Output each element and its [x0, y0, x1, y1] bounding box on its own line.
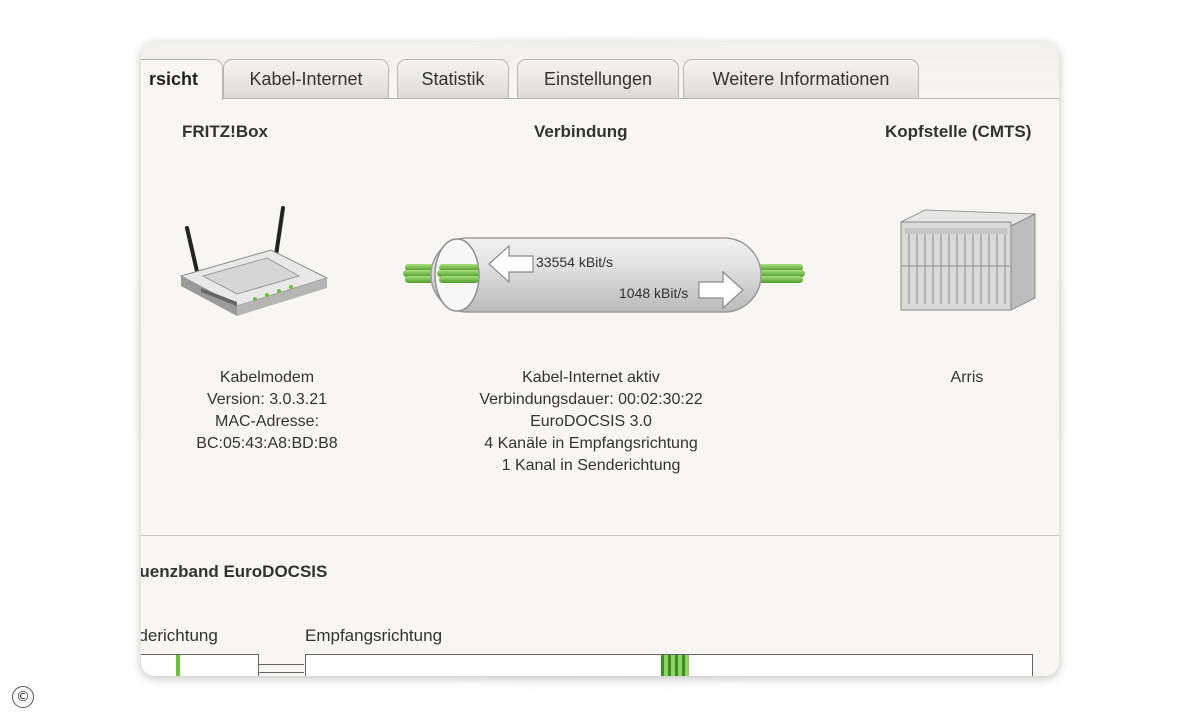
connection-heading: Verbindung	[534, 122, 628, 141]
tab-einstellungen[interactable]: Einstellungen	[517, 59, 679, 98]
downstream-rate: 33554 kBit/s	[536, 254, 614, 270]
receive-channel-markers	[661, 655, 689, 676]
connection-info: Kabel-Internet aktiv Verbindungsdauer: 0…	[431, 367, 751, 477]
fritzbox-window: rsicht Kabel-Internet Statistik Einstell…	[141, 42, 1059, 676]
fritzbox-heading: FRITZ!Box	[182, 122, 268, 141]
send-direction-label: nderichtung	[141, 626, 218, 645]
frequency-band-title: quenzband EuroDOCSIS	[141, 562, 328, 581]
band-gap-line-top	[258, 664, 304, 665]
tab-weitere-informationen[interactable]: Weitere Informationen	[683, 59, 919, 98]
receive-direction-label: Empfangsrichtung	[305, 626, 443, 645]
send-channel-marker	[176, 655, 180, 676]
band-gap-line-bottom	[258, 672, 304, 673]
firmware-version: Version: 3.0.3.21	[206, 391, 328, 408]
tab-uebersicht[interactable]: rsicht	[141, 59, 223, 100]
send-band-bar	[141, 654, 259, 676]
tab-statistik[interactable]: Statistik	[397, 59, 509, 98]
tab-bar: rsicht Kabel-Internet Statistik Einstell…	[141, 42, 1059, 100]
docsis-standard: EuroDOCSIS 3.0	[530, 413, 652, 430]
connection-duration: Verbindungsdauer: 00:02:30:22	[479, 391, 703, 408]
cmts-rack-icon	[900, 209, 1036, 311]
send-channels: 1 Kanal in Senderichtung	[501, 457, 681, 474]
connection-cable-graphic	[403, 237, 805, 313]
tab-kabel-internet[interactable]: Kabel-Internet	[223, 59, 389, 98]
modem-type: Kabelmodem	[219, 369, 315, 386]
upstream-rate: 1048 kBit/s	[619, 285, 689, 301]
receive-channels: 4 Kanäle in Empfangsrichtung	[484, 435, 698, 452]
router-icon	[179, 206, 329, 316]
cmts-vendor: Arris	[950, 369, 984, 386]
connection-status: Kabel-Internet aktiv	[522, 369, 660, 386]
mac-address: BC:05:43:A8:BD:B8	[196, 435, 338, 452]
cmts-heading: Kopfstelle (CMTS)	[885, 122, 1032, 141]
fritzbox-info: Kabelmodem Version: 3.0.3.21 MAC-Adresse…	[157, 367, 377, 455]
mac-label: MAC-Adresse:	[214, 413, 320, 430]
copyright-icon: ©	[12, 686, 34, 708]
section-divider	[141, 535, 1059, 536]
